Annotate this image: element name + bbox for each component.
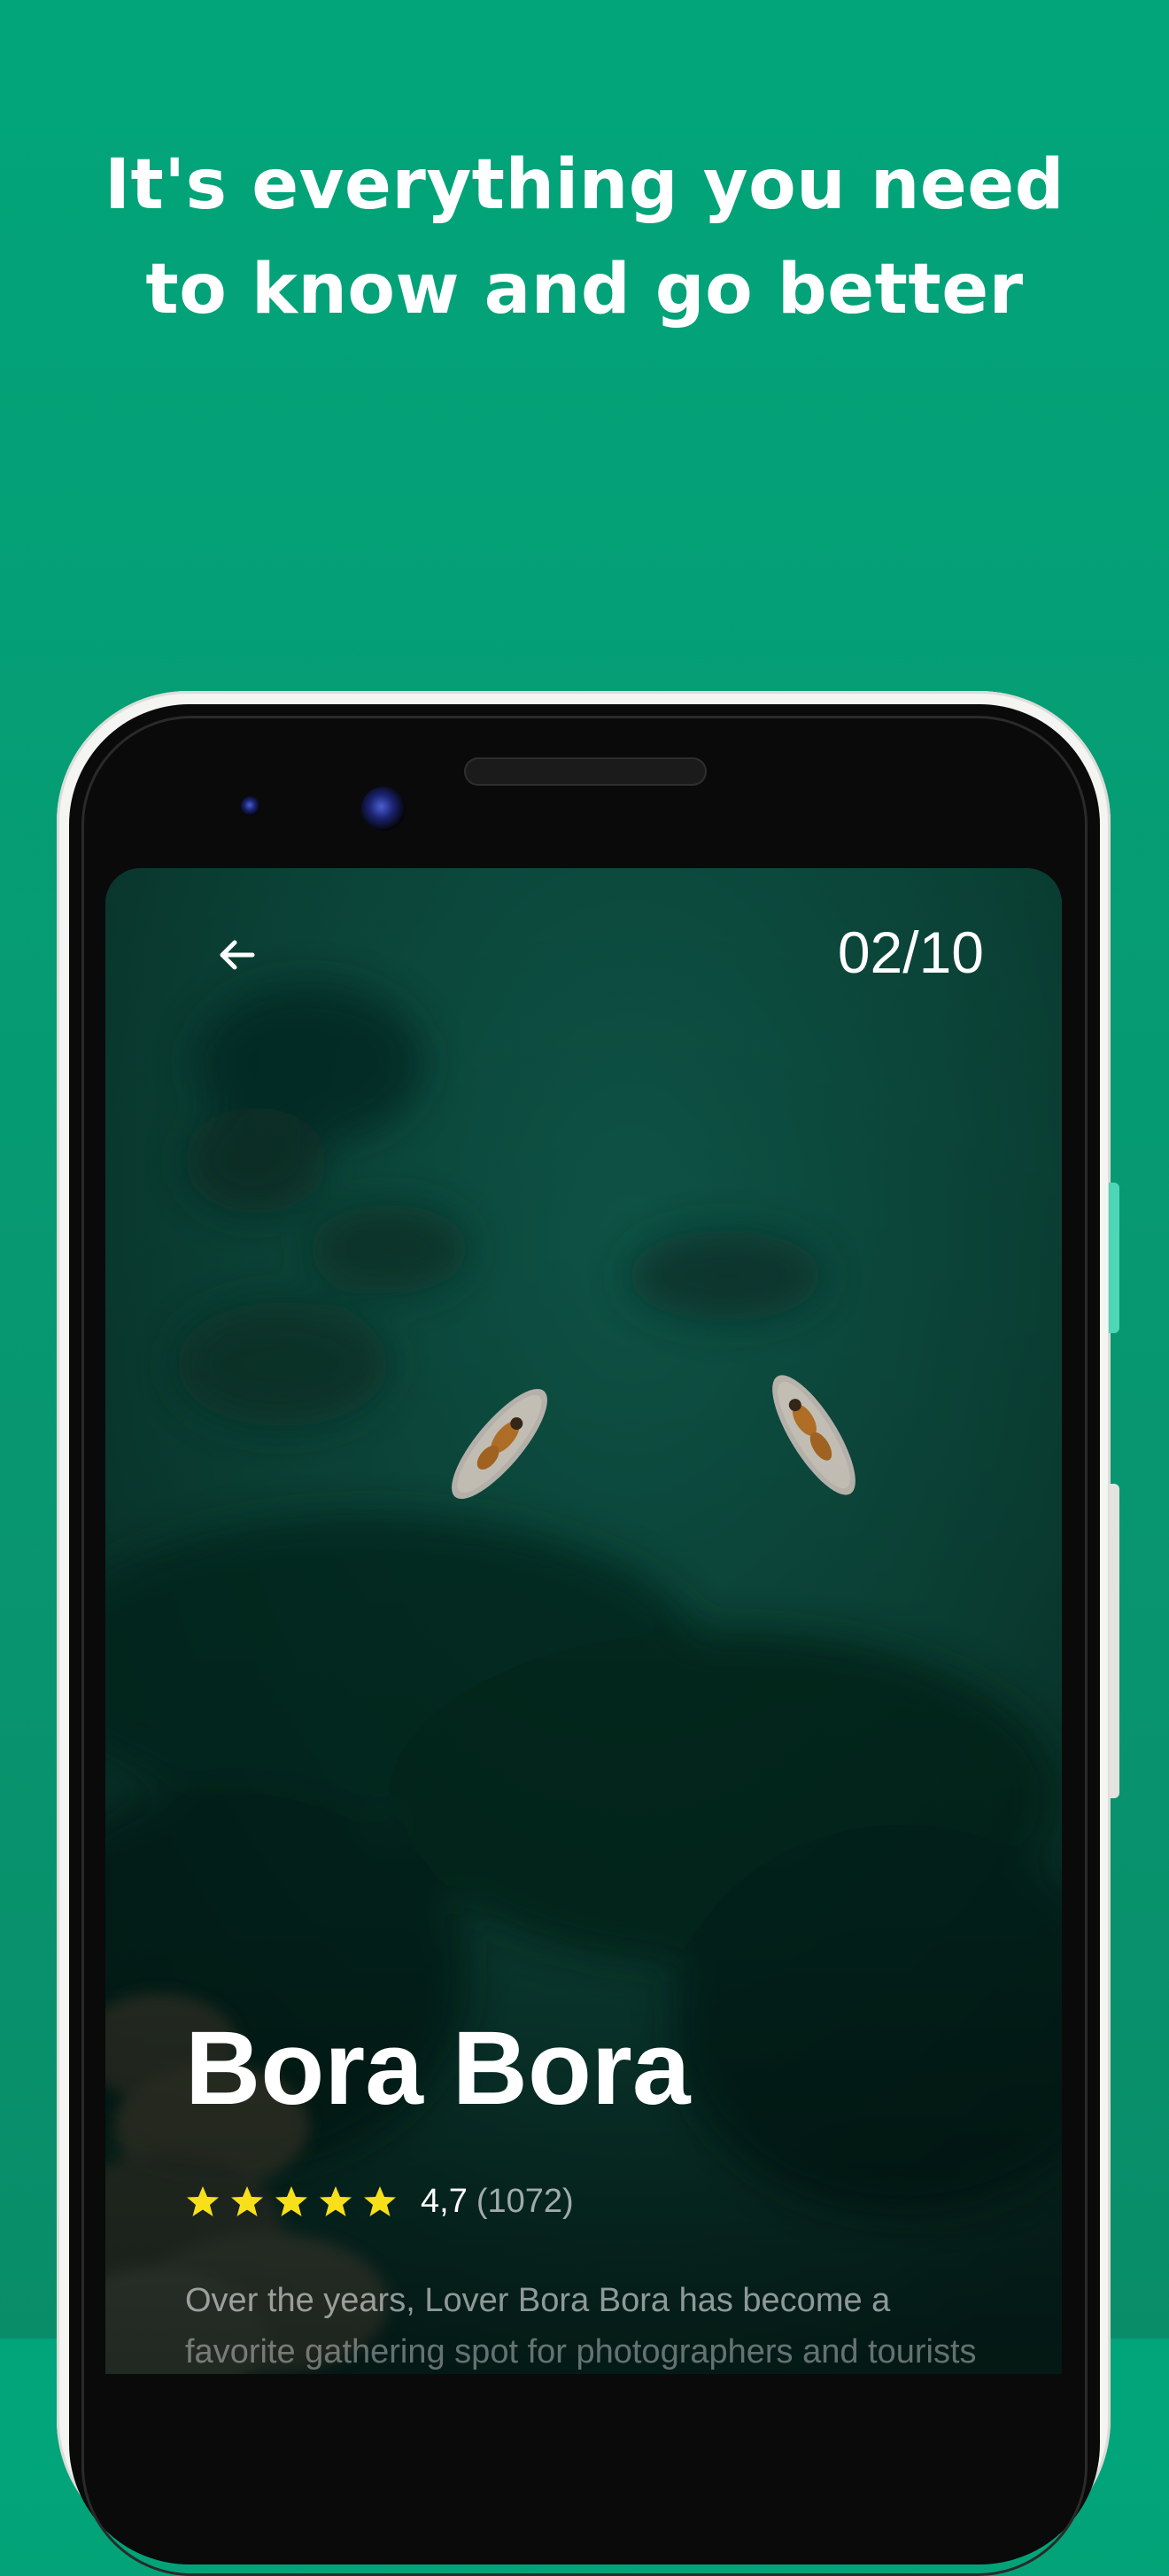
place-description: Over the years, Lover Bora Bora has beco… <box>185 2275 982 2374</box>
star-icon <box>231 2186 263 2216</box>
hero-photo <box>105 868 1062 2374</box>
headline-line-1: It's everything you need <box>104 145 1065 225</box>
description-line-2: favorite gathering spot for photographer… <box>185 2333 977 2370</box>
page-counter: 02/10 <box>837 919 984 985</box>
headline: It's everything you need to know and go … <box>53 133 1116 342</box>
star-icon <box>364 2186 396 2216</box>
phone-camera <box>361 787 406 831</box>
rating-row: 4,7 (1072) <box>185 2179 574 2223</box>
star-icon <box>187 2186 219 2216</box>
app-screen: 02/10 Bora Bora 4,7 (1072) Over the year… <box>105 868 1062 2374</box>
phone-side-button <box>1109 1183 1119 1333</box>
description-line-1: Over the years, Lover Bora Bora has beco… <box>185 2282 891 2319</box>
phone-sensor <box>241 796 260 816</box>
rating-value: 4,7 <box>421 2182 468 2220</box>
place-title: Bora Bora <box>185 2010 691 2127</box>
star-icon <box>320 2186 352 2216</box>
headline-line-2: to know and go better <box>145 250 1024 330</box>
phone-volume-button <box>1109 1484 1119 1798</box>
star-icon <box>275 2186 307 2216</box>
back-button[interactable] <box>210 928 263 982</box>
review-count: (1072) <box>476 2182 574 2220</box>
phone-speaker <box>464 757 707 786</box>
arrow-left-icon <box>220 940 255 970</box>
